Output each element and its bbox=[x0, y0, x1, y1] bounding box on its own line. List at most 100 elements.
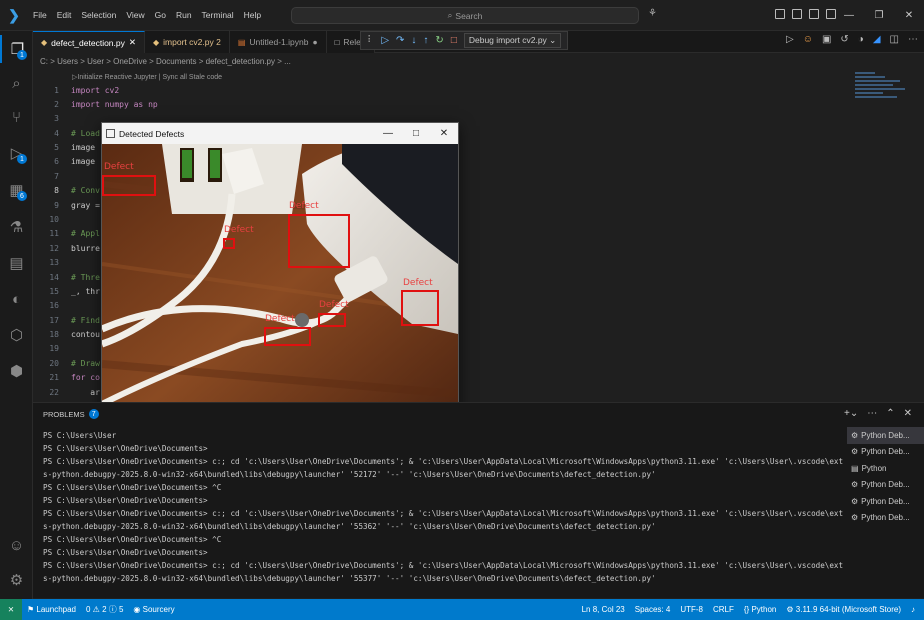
menu-run[interactable]: Run bbox=[171, 0, 197, 31]
eol[interactable]: CRLF bbox=[708, 605, 739, 614]
menu-selection[interactable]: Selection bbox=[76, 0, 121, 31]
split-editor-icon[interactable]: ◫ bbox=[890, 34, 899, 45]
menu-terminal[interactable]: Terminal bbox=[197, 0, 239, 31]
close-panel-icon[interactable]: ✕ bbox=[904, 408, 912, 419]
line-number: 19 bbox=[49, 343, 59, 353]
copilot-icon[interactable]: ⚘ bbox=[648, 8, 657, 19]
vscode-logo-icon: ❯ bbox=[8, 6, 20, 23]
sourcery-item[interactable]: ◉ Sourcery bbox=[128, 605, 179, 614]
defect-label: Defect bbox=[104, 162, 134, 172]
menu-go[interactable]: Go bbox=[150, 0, 171, 31]
close-icon[interactable]: ✕ bbox=[894, 0, 924, 31]
toggle-primary-sidebar-icon[interactable] bbox=[775, 9, 785, 19]
terminal-item[interactable]: ⚙ Python Deb... bbox=[847, 477, 924, 494]
step-into-icon[interactable]: ↓ bbox=[411, 35, 416, 46]
compare-icon[interactable]: ◑ bbox=[858, 34, 864, 45]
codelens[interactable]: ▷Initialize Reactive Jupyter | Sync all … bbox=[72, 73, 222, 81]
minimize-icon[interactable]: — bbox=[834, 0, 864, 31]
detected-defects-window[interactable]: Detected Defects — □ ✕ Defect Defect Def… bbox=[101, 122, 459, 444]
problems-badge: 7 bbox=[88, 409, 99, 419]
step-over-icon[interactable]: ↷ bbox=[396, 35, 404, 46]
window-maximize-icon[interactable]: □ bbox=[402, 128, 430, 139]
run-debug-badge: 1 bbox=[17, 154, 27, 164]
search-view-icon[interactable]: ⌕ bbox=[0, 69, 33, 97]
notifications-bell-icon[interactable]: ♪ bbox=[906, 605, 920, 614]
run-debug-icon[interactable]: ▷ 1 bbox=[0, 139, 33, 167]
line-number: 18 bbox=[49, 329, 59, 339]
terminal-item[interactable]: ⚙ Python Deb... bbox=[847, 444, 924, 461]
bookmark-icon[interactable]: ◢ bbox=[873, 34, 881, 45]
continue-icon[interactable]: ▷ bbox=[381, 35, 389, 46]
terminal-item[interactable]: ⚙ Python Deb... bbox=[847, 510, 924, 527]
launchpad-item[interactable]: ⚑ Launchpad bbox=[22, 605, 81, 614]
explorer-icon[interactable]: ❐ 1 bbox=[0, 35, 33, 63]
problems-item[interactable]: 0 ⚠ 2 ⓘ 5 bbox=[81, 604, 128, 615]
cursor-position[interactable]: Ln 8, Col 23 bbox=[577, 605, 630, 614]
tab-close-icon[interactable]: ✕ bbox=[129, 37, 136, 48]
extensions-icon[interactable]: ▦ 6 bbox=[0, 176, 33, 204]
terminal-item[interactable]: ⚙ Python Deb... bbox=[847, 493, 924, 510]
menu-help[interactable]: Help bbox=[239, 0, 266, 31]
tab-problems[interactable]: PROBLEMS bbox=[43, 410, 85, 419]
line-number: 1 bbox=[54, 85, 59, 95]
terminal-item[interactable]: ⚙ Python Deb... bbox=[847, 427, 924, 444]
toggle-panel-icon[interactable] bbox=[792, 9, 802, 19]
menu-file[interactable]: File bbox=[28, 0, 52, 31]
code-text: _, thr bbox=[71, 286, 100, 296]
debug-config-select[interactable]: Debug import cv2.py ⌄ bbox=[463, 33, 562, 48]
command-center-search[interactable]: ⌕ Search bbox=[291, 7, 639, 24]
gitlens-icon[interactable]: ◐ bbox=[0, 285, 33, 313]
window-minimize-icon[interactable]: — bbox=[374, 128, 402, 139]
line-number: 7 bbox=[54, 171, 59, 181]
restart-icon[interactable]: ↻ bbox=[435, 35, 443, 46]
testing-icon[interactable]: ⚗ bbox=[0, 213, 33, 241]
more-actions-icon[interactable]: ⋯ bbox=[867, 408, 877, 419]
remote-explorer-icon[interactable]: ⬡ bbox=[0, 321, 33, 349]
language-mode[interactable]: {} Python bbox=[739, 605, 781, 614]
code-line: 2 import numpy as np bbox=[33, 97, 853, 111]
interpreter[interactable]: ⚙ 3.11.9 64-bit (Microsoft Store) bbox=[781, 605, 906, 614]
breadcrumb[interactable]: C: > Users > User > OneDrive > Documents… bbox=[40, 57, 291, 66]
minimap[interactable] bbox=[855, 70, 910, 110]
menu-edit[interactable]: Edit bbox=[52, 0, 77, 31]
restore-icon[interactable]: ❐ bbox=[864, 0, 894, 31]
run-debug-dropdown-icon[interactable]: ▷ bbox=[786, 34, 794, 45]
preview-icon[interactable]: ▣ bbox=[822, 34, 831, 45]
defect-label: Defect bbox=[289, 201, 319, 211]
terminal-output[interactable]: PS C:\Users\User PS C:\Users\User\OneDri… bbox=[43, 431, 843, 587]
window-titlebar[interactable]: Detected Defects — □ ✕ bbox=[102, 123, 458, 144]
encoding[interactable]: UTF-8 bbox=[675, 605, 708, 614]
step-out-icon[interactable]: ↑ bbox=[423, 35, 428, 46]
line-number: 3 bbox=[54, 113, 59, 123]
tab-import-cv2[interactable]: ◆ import cv2.py 2 bbox=[145, 31, 230, 53]
drag-handle-icon[interactable]: ⠇ bbox=[367, 35, 374, 46]
line-number: 10 bbox=[49, 214, 59, 224]
code-text: import cv2 bbox=[71, 85, 120, 95]
remote-indicator-icon[interactable]: ⨯ bbox=[0, 599, 22, 620]
maximize-panel-icon[interactable]: ⌃ bbox=[886, 408, 894, 419]
folder-icon[interactable]: ▤ bbox=[0, 249, 33, 277]
terminal-item-label: Python Deb... bbox=[861, 496, 910, 506]
history-icon[interactable]: ↺ bbox=[840, 34, 848, 45]
indentation[interactable]: Spaces: 4 bbox=[630, 605, 676, 614]
terminal-item-label: Python Deb... bbox=[861, 480, 910, 490]
terminal-item[interactable]: ▤ Python bbox=[847, 460, 924, 477]
stop-icon[interactable]: □ bbox=[451, 35, 457, 46]
toggle-secondary-sidebar-icon[interactable] bbox=[809, 9, 819, 19]
menu-view[interactable]: View bbox=[121, 0, 149, 31]
hexagon-extension-icon[interactable]: ⬢ bbox=[0, 357, 33, 385]
more-actions-icon[interactable]: ⋯ bbox=[908, 34, 918, 45]
activity-bar: ❐ 1 ⌕ ⑂ ▷ 1 ▦ 6 ⚗ ▤ ◐ ⬡ ⬢ ☺ ⚙ bbox=[0, 31, 33, 599]
terminal-line: PS C:\Users\User\OneDrive\Documents> c:;… bbox=[43, 561, 843, 570]
new-terminal-icon[interactable]: +⌄ bbox=[844, 408, 858, 419]
terminal-line: s-python.debugpy-2025.8.0-win32-x64\bund… bbox=[43, 522, 656, 531]
debug-terminal-icon: ⚙ bbox=[851, 430, 859, 440]
tab-untitled-notebook[interactable]: ▤ Untitled-1.ipynb ● bbox=[229, 31, 327, 53]
tab-defect-detection[interactable]: ◆ defect_detection.py ✕ bbox=[33, 31, 146, 53]
account-icon[interactable]: ☺ bbox=[0, 531, 33, 559]
window-close-icon[interactable]: ✕ bbox=[430, 128, 458, 139]
source-control-icon[interactable]: ⑂ bbox=[0, 103, 33, 131]
line-number: 20 bbox=[49, 358, 59, 368]
settings-gear-icon[interactable]: ⚙ bbox=[0, 566, 33, 594]
smiley-icon[interactable]: ☺ bbox=[803, 34, 813, 45]
